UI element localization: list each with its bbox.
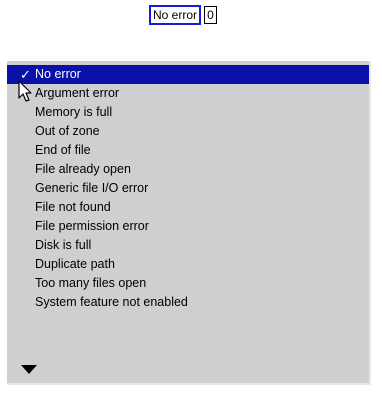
error-popup-trigger[interactable]: No error 0 bbox=[149, 5, 218, 25]
menu-item-label: File already open bbox=[35, 162, 131, 176]
menu-item-label: Duplicate path bbox=[35, 257, 115, 271]
menu-item-no-error[interactable]: ✓ No error bbox=[7, 65, 369, 84]
menu-item-out-of-zone[interactable]: Out of zone bbox=[7, 122, 369, 141]
menu-item-system-feature-not-enabled[interactable]: System feature not enabled bbox=[7, 293, 369, 312]
down-arrow-icon[interactable] bbox=[21, 365, 37, 374]
menu-item-label: Too many files open bbox=[35, 276, 147, 290]
menu-item-label: File not found bbox=[35, 200, 111, 214]
menu-item-label: Out of zone bbox=[35, 124, 100, 138]
error-dropdown-menu: ✓ No error Argument error Memory is full… bbox=[7, 61, 371, 385]
menu-item-label: Memory is full bbox=[35, 105, 113, 119]
menu-item-file-permission-error[interactable]: File permission error bbox=[7, 217, 369, 236]
menu-item-duplicate-path[interactable]: Duplicate path bbox=[7, 255, 369, 274]
menu-item-label: Disk is full bbox=[35, 238, 92, 252]
menu-list: ✓ No error Argument error Memory is full… bbox=[7, 61, 369, 312]
menu-item-argument-error[interactable]: Argument error bbox=[7, 84, 369, 103]
menu-item-disk-is-full[interactable]: Disk is full bbox=[7, 236, 369, 255]
menu-item-memory-is-full[interactable]: Memory is full bbox=[7, 103, 369, 122]
checkmark-icon: ✓ bbox=[20, 67, 31, 82]
menu-item-file-already-open[interactable]: File already open bbox=[7, 160, 369, 179]
menu-item-label: System feature not enabled bbox=[35, 295, 188, 309]
menu-item-label: File permission error bbox=[35, 219, 149, 233]
popup-value-box: 0 bbox=[204, 6, 218, 24]
menu-item-label: End of file bbox=[35, 143, 91, 157]
menu-item-too-many-files-open[interactable]: Too many files open bbox=[7, 274, 369, 293]
menu-item-generic-file-io-error[interactable]: Generic file I/O error bbox=[7, 179, 369, 198]
menu-item-label: No error bbox=[35, 67, 81, 81]
menu-item-file-not-found[interactable]: File not found bbox=[7, 198, 369, 217]
menu-item-end-of-file[interactable]: End of file bbox=[7, 141, 369, 160]
menu-item-label: Generic file I/O error bbox=[35, 181, 149, 195]
popup-selected-label[interactable]: No error bbox=[149, 5, 202, 25]
menu-item-label: Argument error bbox=[35, 86, 120, 100]
